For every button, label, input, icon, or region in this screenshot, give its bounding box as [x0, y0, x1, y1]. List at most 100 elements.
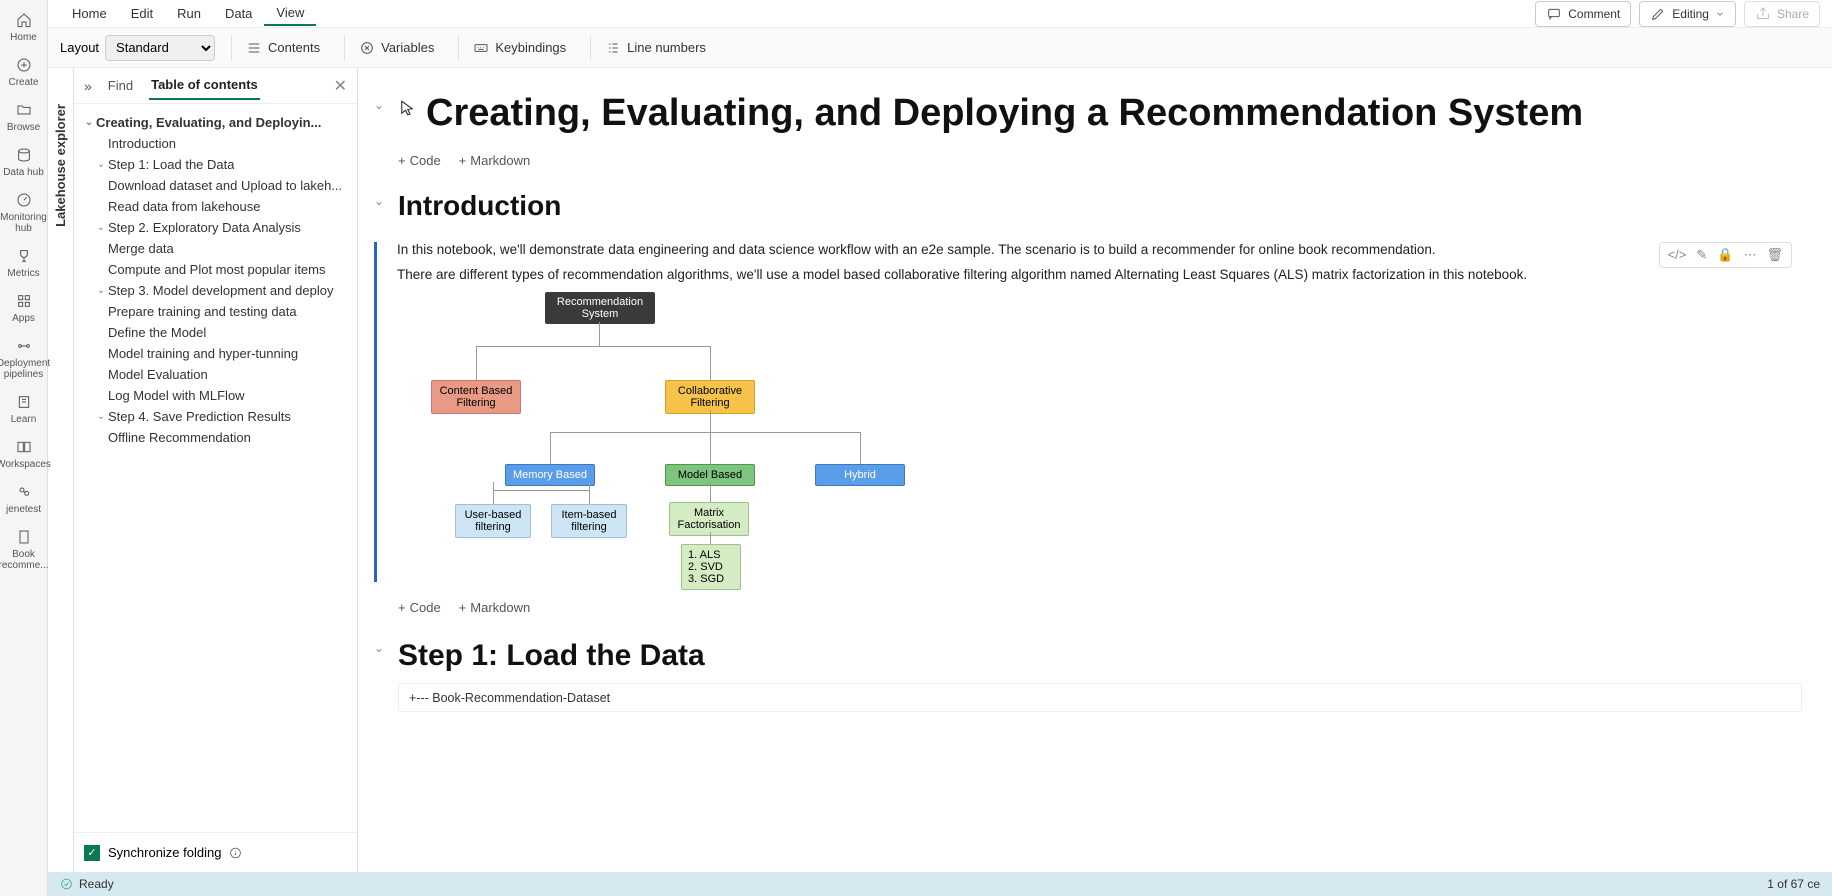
add-code-button[interactable]: +Code — [398, 153, 441, 168]
share-button[interactable]: Share — [1744, 1, 1820, 27]
toc-root[interactable]: ⌄ Creating, Evaluating, and Deployin... — [78, 112, 353, 133]
toc-item[interactable]: ⌄Step 4. Save Prediction Results — [78, 406, 353, 427]
diagram-item-based: Item-based filtering — [551, 504, 627, 538]
layout-select[interactable]: Standard — [105, 35, 215, 61]
toc-item[interactable]: Download dataset and Upload to lakeh... — [78, 175, 353, 196]
menu-edit[interactable]: Edit — [119, 2, 165, 25]
menu-view[interactable]: View — [264, 1, 316, 26]
rail-book-recomme[interactable]: Book recomme... — [0, 521, 48, 577]
toc-expand-icon[interactable]: » — [84, 78, 92, 94]
cell-delete-icon[interactable]: 🗑 — [1766, 247, 1783, 263]
left-nav-rail: Home Create Browse Data hub Monitoring h… — [0, 0, 48, 896]
toc-close-button[interactable]: ✕ — [334, 76, 347, 96]
menu-data[interactable]: Data — [213, 2, 264, 25]
rail-metrics[interactable]: Metrics — [0, 240, 48, 285]
contents-button[interactable]: Contents — [231, 36, 328, 60]
rail-browse[interactable]: Browse — [0, 94, 48, 139]
toc-item[interactable]: ⌄Step 2. Exploratory Data Analysis — [78, 217, 353, 238]
cell-toolbar: </> ✎ 🔒 ⋯ 🗑 — [1659, 242, 1792, 268]
keybindings-button[interactable]: Keybindings — [458, 36, 574, 60]
keyboard-icon — [473, 40, 489, 56]
toc-item[interactable]: Introduction — [78, 133, 353, 154]
status-cells: 1 of 67 ce — [1767, 877, 1820, 891]
rail-monitoring[interactable]: Monitoring hub — [0, 184, 48, 240]
chevron-down-icon: ⌄ — [94, 411, 108, 422]
rail-apps[interactable]: Apps — [0, 285, 48, 330]
diagram-collaborative: Collaborative Filtering — [665, 380, 755, 414]
apps-icon — [14, 291, 34, 311]
code-cell[interactable]: +--- Book-Recommendation-Dataset — [398, 683, 1802, 712]
toc-item[interactable]: Prepare training and testing data — [78, 301, 353, 322]
workspace-icon — [14, 437, 34, 457]
line-numbers-button[interactable]: Line numbers — [590, 36, 714, 60]
lakehouse-panel-collapsed[interactable]: Lakehouse explorer — [48, 68, 74, 872]
toc-item[interactable]: Offline Recommendation — [78, 427, 353, 448]
status-ready: Ready — [79, 877, 114, 891]
chevron-down-icon — [1715, 6, 1725, 22]
comment-button[interactable]: Comment — [1535, 1, 1631, 27]
plus-icon: + — [398, 600, 406, 615]
paragraph: In this notebook, we'll demonstrate data… — [397, 242, 1802, 257]
chevron-down-icon: ⌄ — [94, 159, 108, 170]
recommendation-diagram: Recommendation System Content Based Filt… — [415, 292, 935, 582]
cell-more-icon[interactable]: ⋯ — [1743, 247, 1756, 263]
variables-button[interactable]: Variables — [344, 36, 442, 60]
edit-icon — [1650, 6, 1666, 22]
cell-lock-icon[interactable]: 🔒 — [1717, 247, 1733, 263]
toc-item[interactable]: Define the Model — [78, 322, 353, 343]
menu-run[interactable]: Run — [165, 2, 213, 25]
plus-icon: + — [459, 600, 467, 615]
markdown-cell[interactable]: </> ✎ 🔒 ⋯ 🗑 In this notebook, we'll demo… — [374, 242, 1802, 582]
notebook-title: Creating, Evaluating, and Deploying a Re… — [426, 92, 1583, 135]
toc-item[interactable]: ⌄Step 3. Model development and deploy — [78, 280, 353, 301]
toc-footer: ✓ Synchronize folding — [74, 832, 357, 872]
rail-workspace-jenetest[interactable]: jenetest — [0, 476, 48, 521]
toc-item[interactable]: ⌄Step 1: Load the Data — [78, 154, 353, 175]
sync-folding-checkbox[interactable]: ✓ — [84, 845, 100, 861]
view-toolbar: Layout Standard Contents Variables Keybi… — [48, 28, 1832, 68]
diagram-memory-based: Memory Based — [505, 464, 595, 486]
cell-code-icon[interactable]: </> — [1668, 247, 1687, 263]
pipeline-icon — [14, 336, 34, 356]
toc-item[interactable]: Model Evaluation — [78, 364, 353, 385]
toc-find-tab[interactable]: Find — [106, 72, 135, 99]
rail-create[interactable]: Create — [0, 49, 48, 94]
trophy-icon — [14, 246, 34, 266]
data-hub-icon — [14, 145, 34, 165]
toc-item[interactable]: Read data from lakehouse — [78, 196, 353, 217]
collapse-toggle[interactable]: ⌄ — [374, 641, 388, 655]
rail-workspaces[interactable]: Workspaces — [0, 431, 48, 476]
diagram-user-based: User-based filtering — [455, 504, 531, 538]
editing-button[interactable]: Editing — [1639, 1, 1736, 27]
toc-item[interactable]: Merge data — [78, 238, 353, 259]
home-icon — [14, 10, 34, 30]
heading-introduction: Introduction — [398, 190, 561, 222]
toc-panel: » Find Table of contents ✕ ⌄ Creating, E… — [74, 68, 358, 872]
collapse-toggle[interactable]: ⌄ — [374, 194, 388, 208]
toc-item[interactable]: Compute and Plot most popular items — [78, 259, 353, 280]
toc-item[interactable]: Log Model with MLFlow — [78, 385, 353, 406]
comment-icon — [1546, 6, 1562, 22]
add-code-button[interactable]: +Code — [398, 600, 441, 615]
share-icon — [1755, 6, 1771, 22]
learn-icon — [14, 392, 34, 412]
cursor-icon — [398, 96, 416, 120]
paragraph: There are different types of recommendat… — [397, 267, 1802, 282]
menu-home[interactable]: Home — [60, 2, 119, 25]
list-icon — [246, 40, 262, 56]
rail-data-hub[interactable]: Data hub — [0, 139, 48, 184]
rail-home[interactable]: Home — [0, 4, 48, 49]
cell-edit-icon[interactable]: ✎ — [1696, 247, 1707, 263]
plus-circle-icon — [14, 55, 34, 75]
notebook-area[interactable]: ⌄ Creating, Evaluating, and Deploying a … — [358, 68, 1832, 872]
add-markdown-button[interactable]: +Markdown — [459, 153, 531, 168]
rail-deployment[interactable]: Deployment pipelines — [0, 330, 48, 386]
rail-learn[interactable]: Learn — [0, 386, 48, 431]
add-markdown-button[interactable]: +Markdown — [459, 600, 531, 615]
toc-item[interactable]: Model training and hyper-tunning — [78, 343, 353, 364]
collapse-toggle[interactable]: ⌄ — [374, 98, 388, 112]
diagram-content-based: Content Based Filtering — [431, 380, 521, 414]
toc-title-tab[interactable]: Table of contents — [149, 71, 260, 100]
lakehouse-label: Lakehouse explorer — [53, 104, 68, 227]
monitor-icon — [14, 190, 34, 210]
